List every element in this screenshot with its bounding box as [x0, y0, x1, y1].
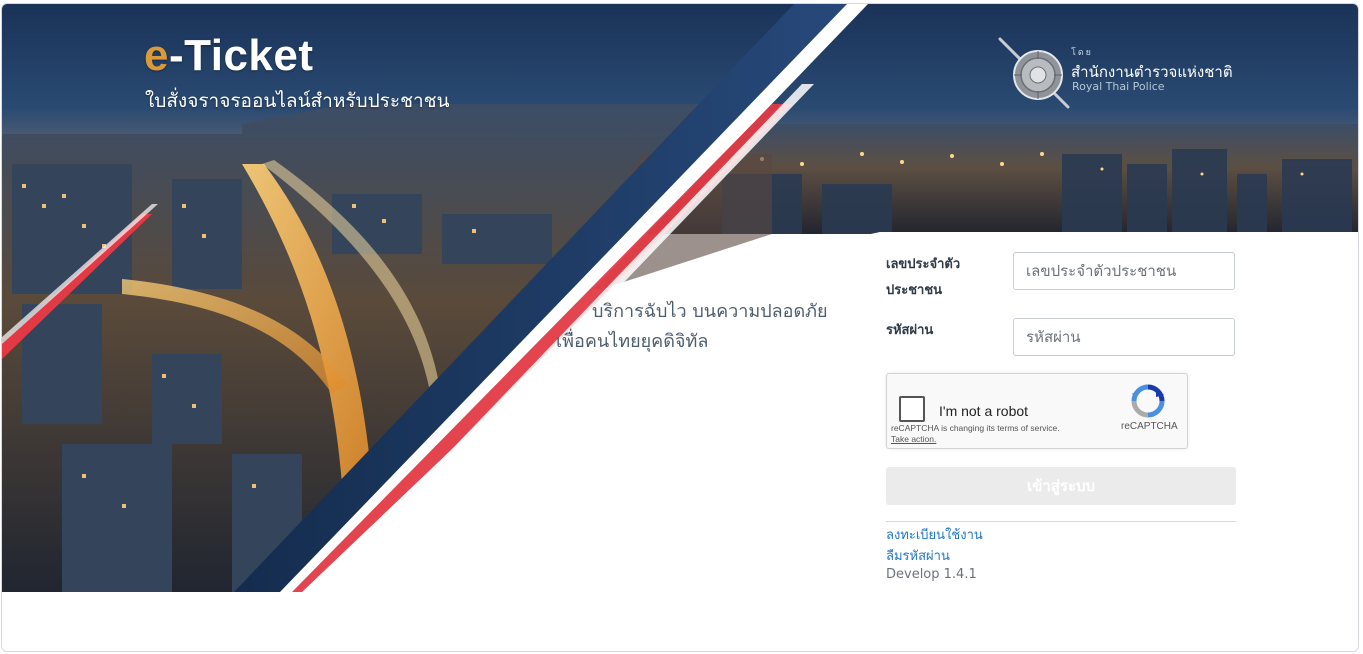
- citizen-id-label: เลขประจำตัวประชาชน: [886, 257, 961, 298]
- app-subtitle: ใบสั่งจราจรออนไลน์สำหรับประชาชน: [145, 90, 450, 112]
- recaptcha-icon: [1131, 384, 1165, 418]
- tagline-line-2: เพื่อคนไทยยุคดิจิทัล: [556, 331, 709, 352]
- login-card: e-Ticket ใบสั่งจราจรออนไลน์สำหรับประชาชน…: [1, 3, 1359, 652]
- citizen-id-input[interactable]: [1013, 252, 1235, 290]
- password-label: รหัสผ่าน: [886, 323, 934, 338]
- royal-thai-police-emblem-icon: [998, 37, 1070, 109]
- register-link[interactable]: ลงทะเบียนใช้งาน: [886, 524, 983, 545]
- app-title: e-Ticket: [144, 31, 314, 81]
- forgot-password-link[interactable]: ลืมรหัสผ่าน: [886, 545, 950, 566]
- login-button[interactable]: เข้าสู่ระบบ: [886, 467, 1236, 505]
- app-title-accent: e: [144, 31, 169, 80]
- tagline-line-1: บริการฉับไว บนความปลอดภัย: [592, 301, 828, 322]
- agency-name-english: Royal Thai Police: [1072, 80, 1165, 93]
- recaptcha-widget: I'm not a robot reCAPTCHA is changing it…: [886, 373, 1188, 449]
- password-input[interactable]: [1013, 318, 1235, 356]
- form-divider: [886, 521, 1236, 522]
- app-title-rest: -Ticket: [168, 31, 314, 80]
- version-label: Develop 1.4.1: [886, 567, 977, 582]
- recaptcha-label: I'm not a robot: [939, 403, 1029, 419]
- recaptcha-checkbox[interactable]: [899, 396, 925, 422]
- recaptcha-brand: reCAPTCHA: [1121, 421, 1178, 432]
- recaptcha-notice: reCAPTCHA is changing its terms of servi…: [891, 423, 1060, 433]
- agency-by: โดย: [1071, 48, 1093, 58]
- recaptcha-take-action-link[interactable]: Take action.: [891, 434, 936, 444]
